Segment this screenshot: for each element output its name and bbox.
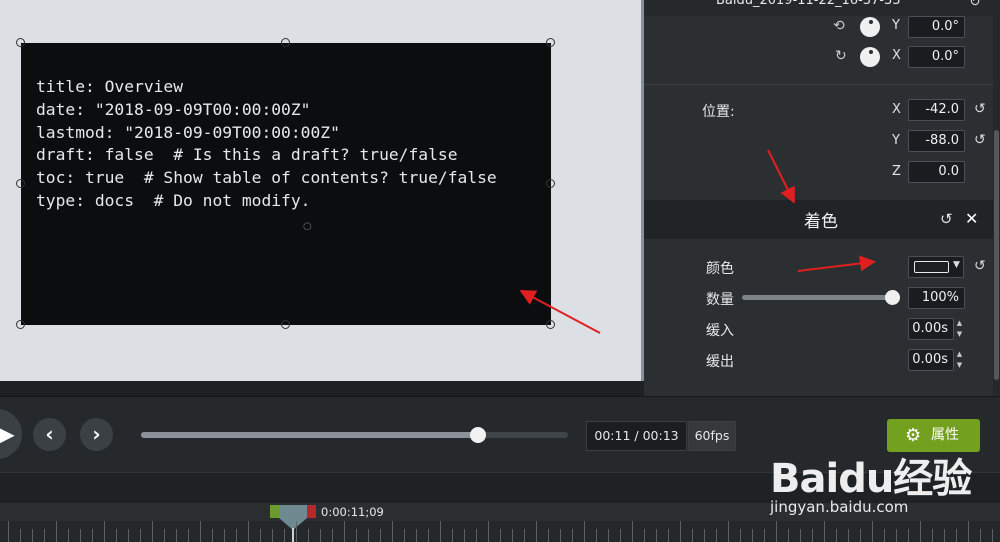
ruler-tick (272, 529, 273, 542)
ruler-tick (632, 521, 633, 542)
ruler-tick (224, 529, 225, 542)
ruler-tick (80, 529, 81, 542)
ruler-tick (92, 529, 93, 542)
annotation-arrow (519, 290, 601, 334)
ruler-tick (692, 529, 693, 542)
ruler-tick (380, 529, 381, 542)
playhead-line (292, 528, 294, 542)
ruler-tick (620, 529, 621, 542)
annotation-arrow (797, 255, 876, 272)
ruler-tick (308, 529, 309, 542)
playhead[interactable] (279, 505, 307, 518)
ruler-tick (236, 529, 237, 542)
ruler-tick (140, 529, 141, 542)
ruler-tick (512, 529, 513, 542)
fps-readout[interactable]: 60fps (688, 421, 736, 451)
ruler-tick (440, 521, 441, 542)
ruler-tick (332, 529, 333, 542)
ruler-tick (500, 529, 501, 542)
ruler-tick (752, 529, 753, 542)
ruler-tick (164, 529, 165, 542)
ruler-tick (248, 521, 249, 542)
ruler-tick (608, 529, 609, 542)
ruler-tick (668, 529, 669, 542)
ruler-tick (128, 529, 129, 542)
ruler-tick (416, 529, 417, 542)
playback-scrubber[interactable] (141, 427, 568, 443)
ruler-tick (404, 529, 405, 542)
ruler-tick (680, 521, 681, 542)
ruler-tick (572, 529, 573, 542)
ruler-tick (68, 529, 69, 542)
ruler-tick (152, 521, 153, 542)
ruler-tick (200, 521, 201, 542)
ruler-tick (116, 529, 117, 542)
ruler-tick (728, 521, 729, 542)
baidu-logo: Baidu经验 (770, 456, 972, 502)
ruler-tick (644, 529, 645, 542)
ruler-tick (392, 521, 393, 542)
annotation-arrow (767, 149, 795, 204)
play-button[interactable]: ▶ (0, 409, 22, 459)
ruler-tick (260, 529, 261, 542)
ruler-tick (320, 529, 321, 542)
ruler-tick (56, 521, 57, 542)
playback-progress-fill (141, 432, 479, 438)
playhead-in-marker[interactable] (270, 505, 279, 518)
ruler-tick (188, 529, 189, 542)
ruler-tick (584, 521, 585, 542)
ruler-tick (368, 529, 369, 542)
next-frame-button[interactable]: › (80, 418, 113, 451)
ruler-tick (32, 529, 33, 542)
ruler-tick (8, 521, 9, 542)
baidu-watermark: Baidu经验 jingyan.baidu.com (770, 440, 1000, 540)
ruler-tick (764, 529, 765, 542)
app-root: title: Overview date: "2018-09-09T00:00:… (0, 0, 1000, 542)
ruler-tick (524, 529, 525, 542)
ruler-tick (428, 529, 429, 542)
ruler-tick (740, 529, 741, 542)
time-readout: 00:11 / 00:13 (586, 421, 687, 451)
ruler-tick (536, 521, 537, 542)
ruler-tick (464, 529, 465, 542)
playhead-out-marker[interactable] (307, 505, 316, 518)
playhead-time: 0:00:11;09 (321, 505, 384, 519)
ruler-tick (452, 529, 453, 542)
ruler-tick (296, 521, 297, 542)
playback-scrubber-thumb[interactable] (470, 427, 487, 443)
ruler-tick (212, 529, 213, 542)
ruler-tick (356, 529, 357, 542)
ruler-tick (20, 529, 21, 542)
ruler-tick (488, 521, 489, 542)
ruler-tick (656, 529, 657, 542)
ruler-tick (344, 521, 345, 542)
ruler-tick (284, 529, 285, 542)
baidu-url: jingyan.baidu.com (770, 498, 909, 516)
ruler-tick (560, 529, 561, 542)
ruler-tick (596, 529, 597, 542)
ruler-tick (44, 529, 45, 542)
ruler-tick (476, 529, 477, 542)
previous-frame-button[interactable]: ‹ (33, 418, 66, 451)
ruler-tick (176, 529, 177, 542)
ruler-tick (704, 529, 705, 542)
ruler-tick (716, 529, 717, 542)
ruler-tick (104, 521, 105, 542)
ruler-tick (548, 529, 549, 542)
